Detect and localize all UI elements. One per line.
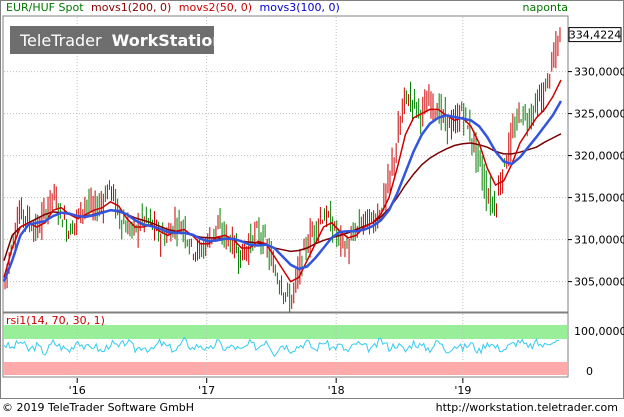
rsi-overbought-zone bbox=[4, 325, 567, 339]
indicator-movs3-label: movs3(100, 0) bbox=[260, 1, 340, 14]
price-pane[interactable] bbox=[2, 15, 569, 313]
indicator-movs1-label: movs1(200, 0) bbox=[91, 1, 171, 14]
header-title: EUR/HUF Spot movs1(200, 0) movs2(50, 0) … bbox=[6, 1, 340, 14]
time-tick-label: '18 bbox=[328, 384, 345, 397]
price-tick-label: 305,0000 bbox=[574, 276, 624, 289]
watermark-product: WorkStation bbox=[112, 31, 224, 50]
watermark-logo: TeleTrader WorkStation bbox=[10, 26, 224, 54]
watermark-brand: TeleTrader bbox=[19, 31, 102, 50]
website-link[interactable]: http://workstation.teletrader.com bbox=[436, 401, 618, 414]
last-value-label: 334,4224 bbox=[569, 29, 622, 42]
rsi-oversold-zone bbox=[4, 362, 567, 375]
price-tick-label: 325,0000 bbox=[574, 108, 624, 121]
frequency-label: naponta bbox=[523, 1, 568, 14]
price-tick-label: 320,0000 bbox=[574, 150, 624, 163]
copyright-text: © 2019 TeleTrader Software GmbH bbox=[2, 401, 195, 414]
footer: © 2019 TeleTrader Software GmbH http://w… bbox=[0, 399, 624, 417]
price-tick-label: 315,0000 bbox=[574, 192, 624, 205]
time-tick-label: '19 bbox=[454, 384, 471, 397]
time-tick-label: '17 bbox=[198, 384, 215, 397]
price-tick-label: 310,0000 bbox=[574, 234, 624, 247]
chart-window: TeleTrader WorkStation EUR/HUF Spot movs… bbox=[0, 0, 624, 417]
time-tick-label: '16 bbox=[69, 384, 86, 397]
rsi-tick-0: 0 bbox=[586, 365, 593, 378]
symbol-label: EUR/HUF Spot bbox=[6, 1, 84, 14]
last-value-marker: 334,4224 bbox=[568, 27, 622, 43]
rsi-label: rsi1(14, 70, 30, 1) bbox=[6, 314, 105, 327]
price-tick-label: 330,0000 bbox=[574, 66, 624, 79]
svg-text:TeleTrader WorkStation: TeleTrader WorkStation bbox=[19, 31, 224, 50]
rsi-tick-100: 100,0000 bbox=[574, 325, 624, 338]
indicator-movs2-label: movs2(50, 0) bbox=[179, 1, 252, 14]
chart-canvas[interactable]: TeleTrader WorkStation EUR/HUF Spot movs… bbox=[0, 0, 624, 399]
